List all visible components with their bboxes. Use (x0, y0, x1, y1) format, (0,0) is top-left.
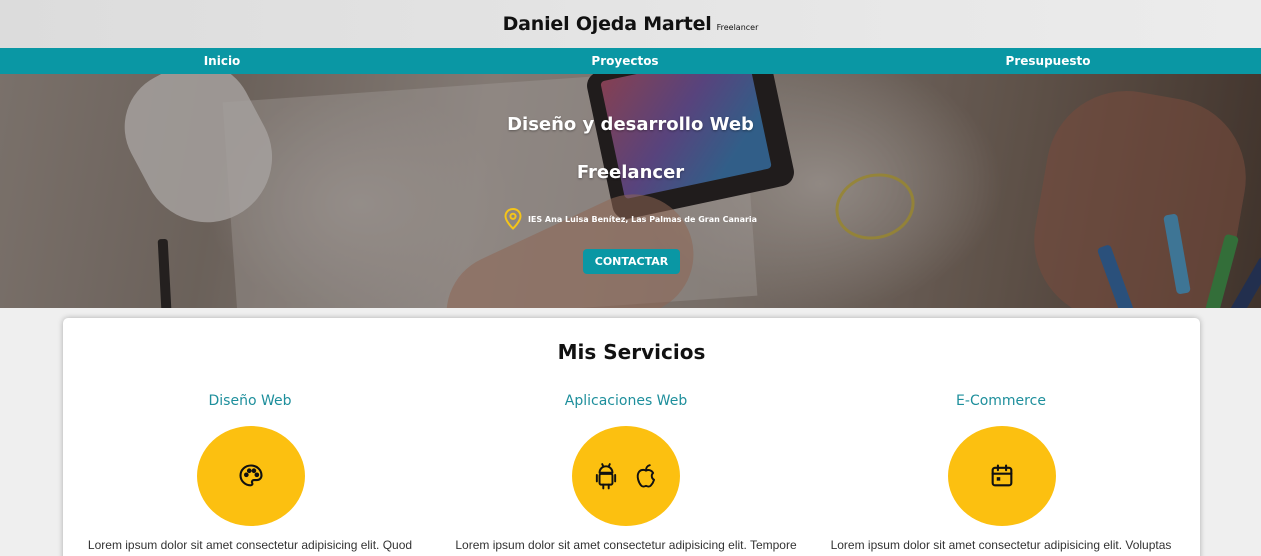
hero-location: IES Ana Luisa Benítez, Las Palmas de Gra… (0, 208, 1261, 230)
hero-title: Diseño y desarrollo Web (507, 114, 754, 135)
services-title: Mis Servicios (557, 340, 706, 364)
site-header: Daniel Ojeda Martel Freelancer (0, 0, 1261, 48)
services-card: Mis Servicios Diseño Web Lorem ipsum dol… (63, 318, 1200, 556)
service-description: Lorem ipsum dolor sit amet consectetur a… (87, 538, 413, 552)
contact-button[interactable]: CONTACTAR (583, 249, 680, 274)
service-name[interactable]: Diseño Web (65, 393, 435, 409)
main-nav: Inicio Proyectos Presupuesto (0, 48, 1261, 74)
service-name[interactable]: Aplicaciones Web (441, 393, 811, 409)
service-description: Lorem ipsum dolor sit amet consectetur a… (830, 538, 1172, 552)
nav-item-proyectos[interactable]: Proyectos (591, 48, 658, 74)
site-title: Daniel Ojeda Martel (502, 13, 712, 35)
service-icon-circle (948, 426, 1056, 526)
apple-icon (636, 464, 656, 488)
site-tagline: Freelancer (716, 22, 759, 32)
service-icon-circle (572, 426, 680, 526)
map-pin-icon (504, 208, 522, 230)
hero-subtitle: Freelancer (576, 162, 685, 183)
service-name[interactable]: E-Commerce (816, 393, 1186, 409)
nav-item-presupuesto[interactable]: Presupuesto (1006, 48, 1091, 74)
palette-icon (239, 464, 263, 487)
hero-section: Diseño y desarrollo Web Freelancer IES A… (0, 74, 1261, 308)
service-icon-circle (197, 426, 305, 526)
calendar-icon (991, 464, 1013, 487)
android-icon (595, 463, 617, 490)
service-description: Lorem ipsum dolor sit amet consectetur a… (455, 538, 797, 552)
nav-item-inicio[interactable]: Inicio (204, 48, 241, 74)
location-text: IES Ana Luisa Benítez, Las Palmas de Gra… (527, 214, 758, 224)
